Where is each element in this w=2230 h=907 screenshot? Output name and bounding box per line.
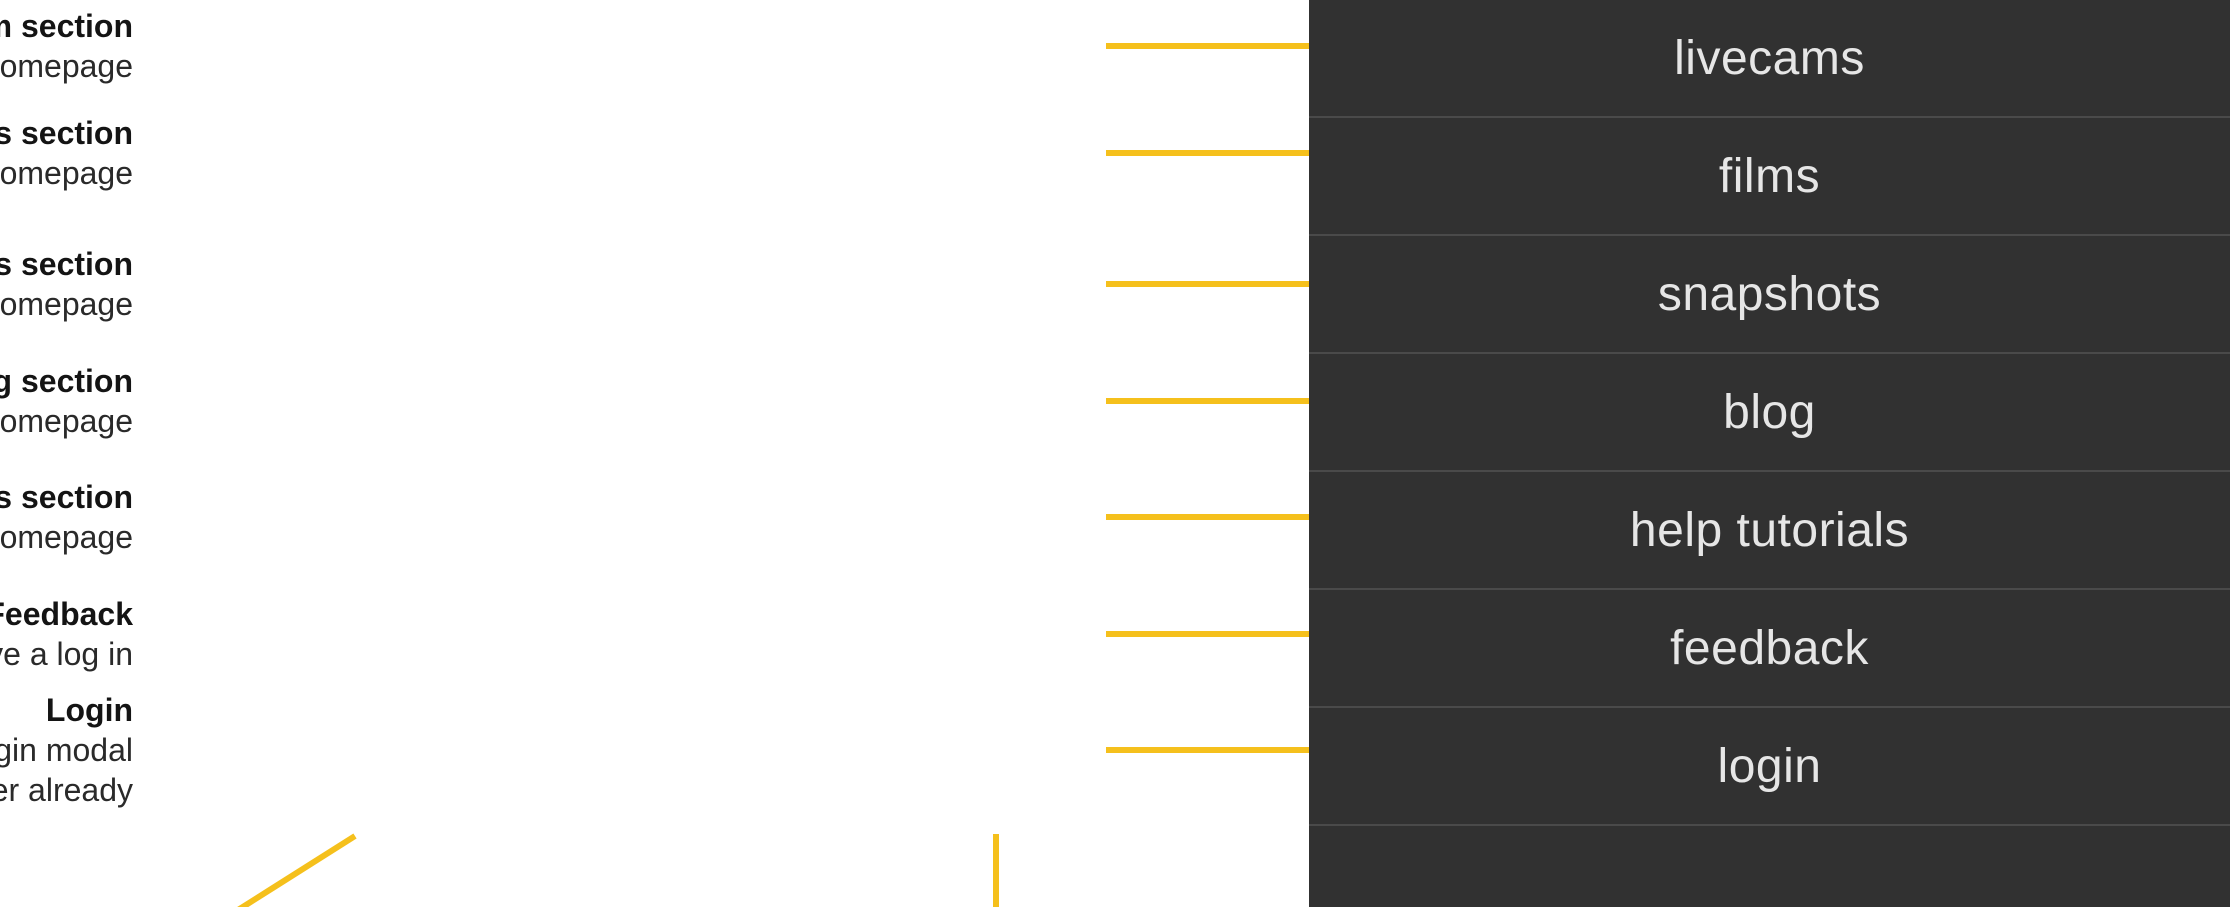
note-feedback: Feedback Click to open the join modal if… [0, 594, 133, 674]
note-description: Click to visit the films homepage [0, 155, 133, 191]
note-title: Films section [0, 115, 133, 151]
annotated-menu-diagram: Livecam section Click to visit the livec… [0, 0, 2230, 907]
note-description: Click to visit the snapshots homepage [0, 286, 133, 322]
menu-item-label: films [1718, 149, 1821, 203]
note-description: Click to visit the video tutorials homep… [0, 519, 133, 555]
note-login: Login Click to open the login modal or t… [0, 690, 133, 810]
note-help-tutorials: Help tutorials section Click to visit th… [0, 477, 133, 557]
note-description: Click to open the login modal [0, 732, 133, 768]
menu-item-snapshots[interactable]: snapshots [1309, 236, 2230, 354]
menu-item-feedback[interactable]: feedback [1309, 590, 2230, 708]
menu-item-label: livecams [1674, 31, 1865, 85]
pointer-lines [237, 833, 999, 907]
menu-item-label: login [1717, 739, 1822, 793]
note-description: Click to visit the livecam homepage [0, 48, 133, 84]
menu-item-login[interactable]: login [1309, 708, 2230, 826]
note-title: Help tutorials section [0, 479, 133, 515]
note-films: Films section Click to visit the films h… [0, 113, 133, 193]
note-title: Login [45, 692, 133, 728]
menu-item-films[interactable]: films [1309, 118, 2230, 236]
note-title: Snapshots section [0, 246, 133, 282]
navigation-menu: livecams films snapshots blog help tutor… [1309, 0, 2230, 907]
note-description: Click to open the join modal if you don’… [0, 636, 133, 672]
menu-item-livecams[interactable]: livecams [1309, 0, 2230, 118]
menu-item-label: snapshots [1657, 267, 1882, 321]
note-snapshots: Snapshots section Click to visit the sna… [0, 244, 133, 324]
menu-item-label: help tutorials [1629, 503, 1910, 557]
diagonal-pointer-line [237, 833, 357, 907]
note-blog: Blog section Click to visit the blog hom… [0, 361, 133, 441]
note-description: Click to visit the blog homepage [0, 403, 133, 439]
menu-item-label: feedback [1670, 621, 1869, 675]
note-title: Feedback [0, 596, 133, 632]
note-title: Blog section [0, 363, 133, 399]
note-livecam: Livecam section Click to visit the livec… [0, 6, 133, 86]
menu-item-label: blog [1723, 385, 1816, 439]
annotations-column: Livecam section Click to visit the livec… [0, 0, 1439, 907]
note-title: Livecam section [0, 8, 133, 44]
menu-item-blog[interactable]: blog [1309, 354, 2230, 472]
note-description: or the join modal if you are not a membe… [0, 772, 133, 808]
menu-item-help-tutorials[interactable]: help tutorials [1309, 472, 2230, 590]
